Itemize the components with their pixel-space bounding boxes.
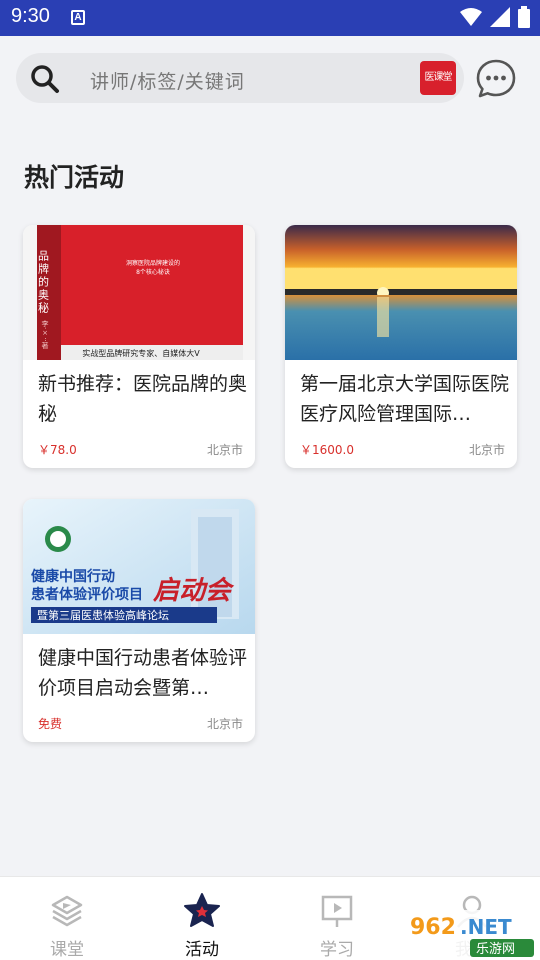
banner-script: 启动会: [153, 576, 235, 606]
activity-card-conference[interactable]: 第一届北京大学国际医院医疗风险管理国际… ￥1600.0 北京市: [285, 225, 517, 468]
banner-line1: 健康中国行动: [31, 568, 115, 585]
card-city: 北京市: [468, 443, 505, 457]
tab-activity-label: 活动: [185, 940, 219, 960]
banner-band: 暨第三届医患体验高峰论坛: [37, 608, 169, 622]
battery-icon: [518, 6, 530, 28]
tab-classroom[interactable]: 课堂: [27, 891, 107, 960]
svg-text:962: 962: [410, 915, 456, 940]
search-icon: [31, 65, 59, 93]
search-bar[interactable]: 讲师/标签/关键词 医课堂: [16, 53, 464, 103]
tab-classroom-label: 课堂: [50, 940, 84, 960]
status-bar: 9:30 A: [0, 0, 540, 36]
activity-card-book[interactable]: 品牌的奥秘 李·×··著 洞察医院品牌建设的 8个核心秘诀 实战型品牌研究专家、…: [23, 225, 255, 468]
wifi-icon: [460, 8, 482, 26]
card-title: 第一届北京大学国际医院医疗风险管理国际…: [300, 373, 510, 425]
message-icon[interactable]: [475, 58, 517, 100]
book-band-text: 实战型品牌研究专家、自媒体大V: [82, 348, 200, 358]
card-title: 新书推荐：医院品牌的奥秘: [38, 373, 248, 425]
card-city: 北京市: [206, 717, 243, 731]
section-title: 热门活动: [24, 163, 125, 192]
tab-activity[interactable]: 活动: [162, 891, 242, 960]
svg-text:乐游网: 乐游网: [476, 942, 515, 957]
book-side-text: 品牌的奥秘: [37, 250, 50, 315]
status-time: 9:30: [11, 5, 50, 27]
book-small-text-2: 8个核心秘诀: [136, 268, 170, 276]
svg-text:.NET: .NET: [460, 915, 512, 939]
sunset-cover-image: [285, 225, 517, 360]
notification-icon: A: [71, 10, 85, 25]
event-banner-image: 健康中国行动 患者体验评价项目 启动会 暨第三届医患体验高峰论坛: [23, 499, 255, 634]
card-title: 健康中国行动患者体验评价项目启动会暨第…: [38, 647, 248, 699]
tab-study-label: 学习: [320, 940, 354, 960]
brand-logo[interactable]: 医课堂: [420, 61, 456, 95]
book-small-text-1: 洞察医院品牌建设的: [126, 259, 180, 267]
classroom-icon: [51, 895, 83, 927]
book-cover-image: 品牌的奥秘 李·×··著 洞察医院品牌建设的 8个核心秘诀 实战型品牌研究专家、…: [23, 225, 255, 360]
search-placeholder[interactable]: 讲师/标签/关键词: [90, 67, 245, 94]
signal-icon: [490, 7, 510, 27]
banner-line2: 患者体验评价项目: [31, 586, 143, 603]
star-icon: [184, 893, 220, 927]
card-price: 免费: [38, 717, 63, 731]
study-board-icon: [321, 895, 353, 927]
activity-card-launch[interactable]: 健康中国行动 患者体验评价项目 启动会 暨第三届医患体验高峰论坛 健康中国行动患…: [23, 499, 255, 742]
book-author: 李·×··著: [41, 319, 49, 350]
card-price: ￥1600.0: [300, 443, 354, 457]
tab-study[interactable]: 学习: [297, 891, 377, 960]
watermark-logo: 962 .NET 乐游网: [402, 910, 538, 958]
card-city: 北京市: [206, 443, 243, 457]
card-price: ￥78.0: [38, 443, 77, 457]
